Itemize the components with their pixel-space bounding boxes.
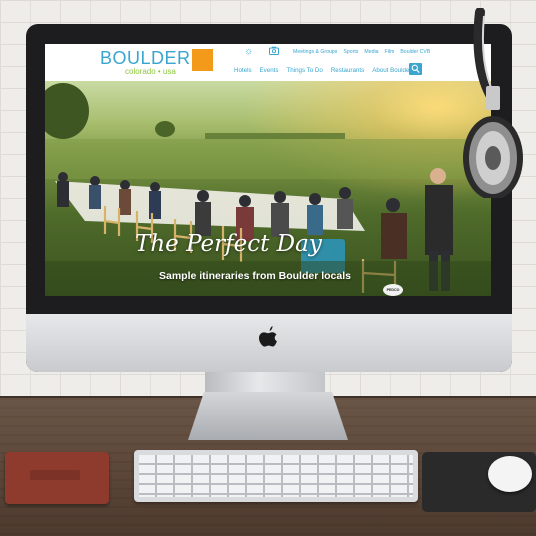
screen: BOULDER colorado • usa ☼ Meetings & Grou…: [45, 44, 491, 296]
hero-title: The Perfect Day: [135, 231, 322, 257]
headphones: [463, 8, 523, 198]
nav-hotels[interactable]: Hotels: [234, 67, 252, 74]
util-nav-meetings[interactable]: Meetings & Groups: [293, 49, 337, 55]
util-nav-media[interactable]: Media: [364, 49, 378, 55]
hero-subtitle: Sample itineraries from Boulder locals: [159, 270, 351, 282]
site-logo-subtitle: colorado • usa: [125, 67, 176, 76]
hero-photo: [45, 83, 491, 296]
util-nav-sports[interactable]: Sports: [343, 49, 358, 55]
search-button[interactable]: [409, 63, 422, 75]
main-nav: Hotels Events Things To Do Restaurants A…: [234, 67, 411, 74]
camera-icon[interactable]: [269, 46, 279, 58]
mouse: [488, 456, 532, 492]
util-nav-film[interactable]: Film: [385, 49, 395, 55]
site-logo[interactable]: BOULDER: [100, 48, 191, 69]
nav-events[interactable]: Events: [260, 67, 279, 74]
logo-orange-square: [192, 49, 213, 71]
hero-banner[interactable]: The Perfect Day Sample itineraries from …: [45, 81, 491, 296]
apple-logo-icon: [259, 326, 277, 347]
sun-icon[interactable]: ☼: [244, 46, 253, 57]
keyboard: [134, 450, 418, 502]
util-nav-cvb[interactable]: Boulder CVB: [400, 49, 430, 55]
search-icon: [411, 64, 420, 73]
hero-badge: PEDCO: [383, 284, 403, 296]
nav-things-to-do[interactable]: Things To Do: [286, 67, 322, 74]
leather-notebook: [5, 452, 109, 504]
utility-nav: Meetings & Groups Sports Media Film Boul…: [293, 49, 430, 55]
site-header: BOULDER colorado • usa ☼ Meetings & Grou…: [45, 44, 491, 81]
nav-restaurants[interactable]: Restaurants: [331, 67, 364, 74]
nav-about-boulder[interactable]: About Boulder: [372, 67, 411, 74]
monitor-foot: [188, 392, 348, 440]
